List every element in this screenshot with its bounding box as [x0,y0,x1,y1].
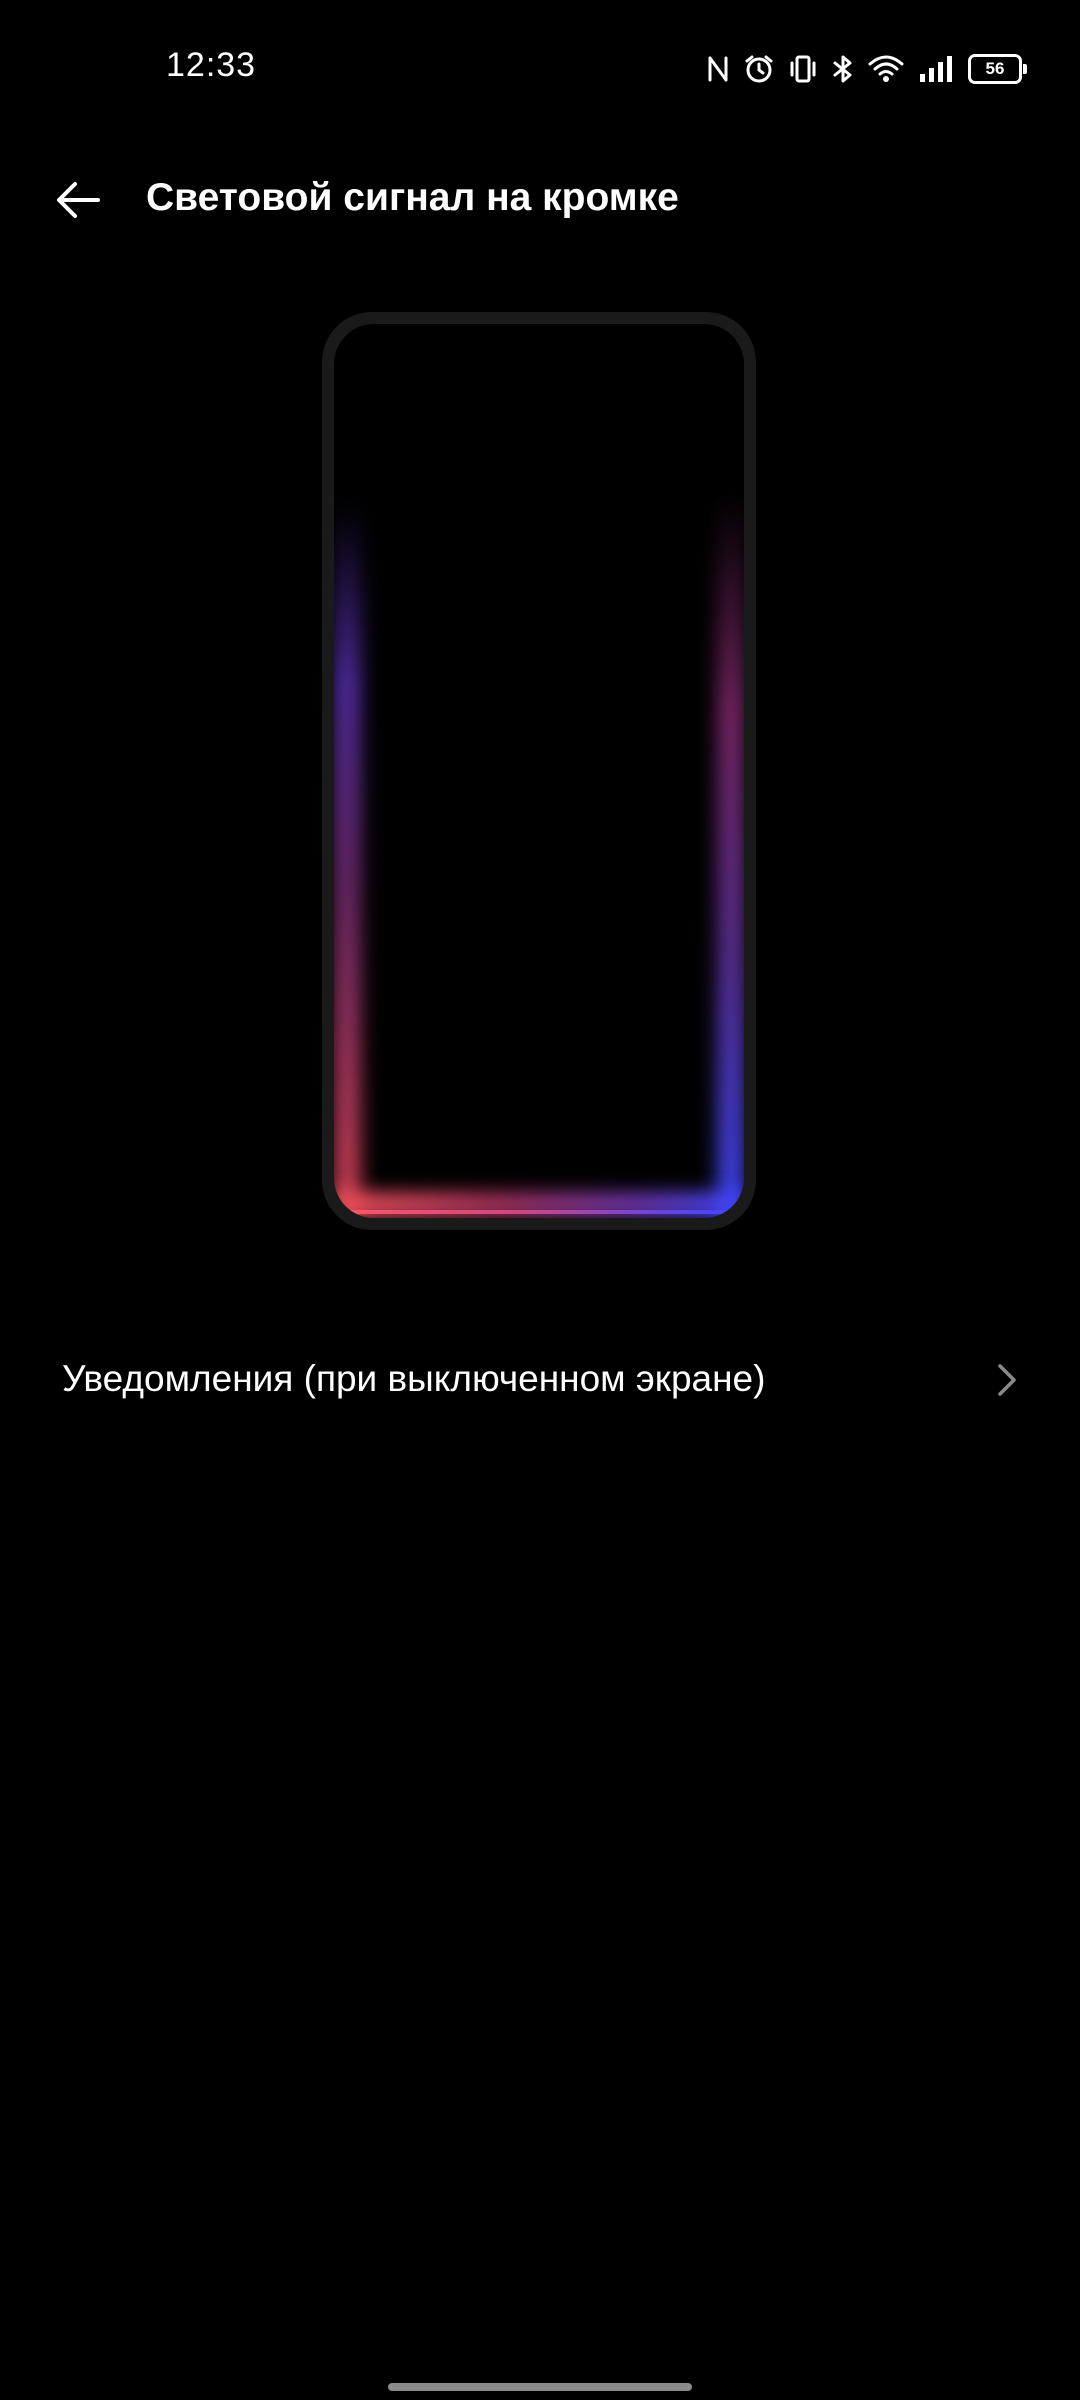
alarm-icon [744,54,774,84]
gesture-bar[interactable] [388,2383,692,2391]
battery-icon: 56 [968,54,1027,84]
notifications-screen-off-item[interactable]: Уведомления (при выключенном экране) [0,1320,1080,1440]
status-icons: 56 [706,52,1027,86]
status-bar: 12:33 56 [0,0,1080,136]
arrow-left-icon [57,182,100,218]
edge-light-preview [322,312,756,1230]
page-title: Световой сигнал на кромке [146,176,679,219]
nfc-icon [706,54,730,84]
signal-icon [918,54,954,84]
settings-list: Уведомления (при выключенном экране) [0,1320,1080,1440]
vibrate-icon [788,54,818,84]
back-button[interactable] [46,170,110,230]
status-time: 12:33 [166,46,257,84]
wifi-icon [868,54,904,84]
header: Световой сигнал на кромке [0,150,1080,250]
edge-glow-left [334,504,360,1218]
phone-screen [334,324,744,1218]
edge-glow-right [718,494,744,1218]
chevron-right-icon [998,1364,1016,1396]
list-item-label: Уведомления (при выключенном экране) [62,1358,766,1399]
bluetooth-icon [832,54,854,84]
